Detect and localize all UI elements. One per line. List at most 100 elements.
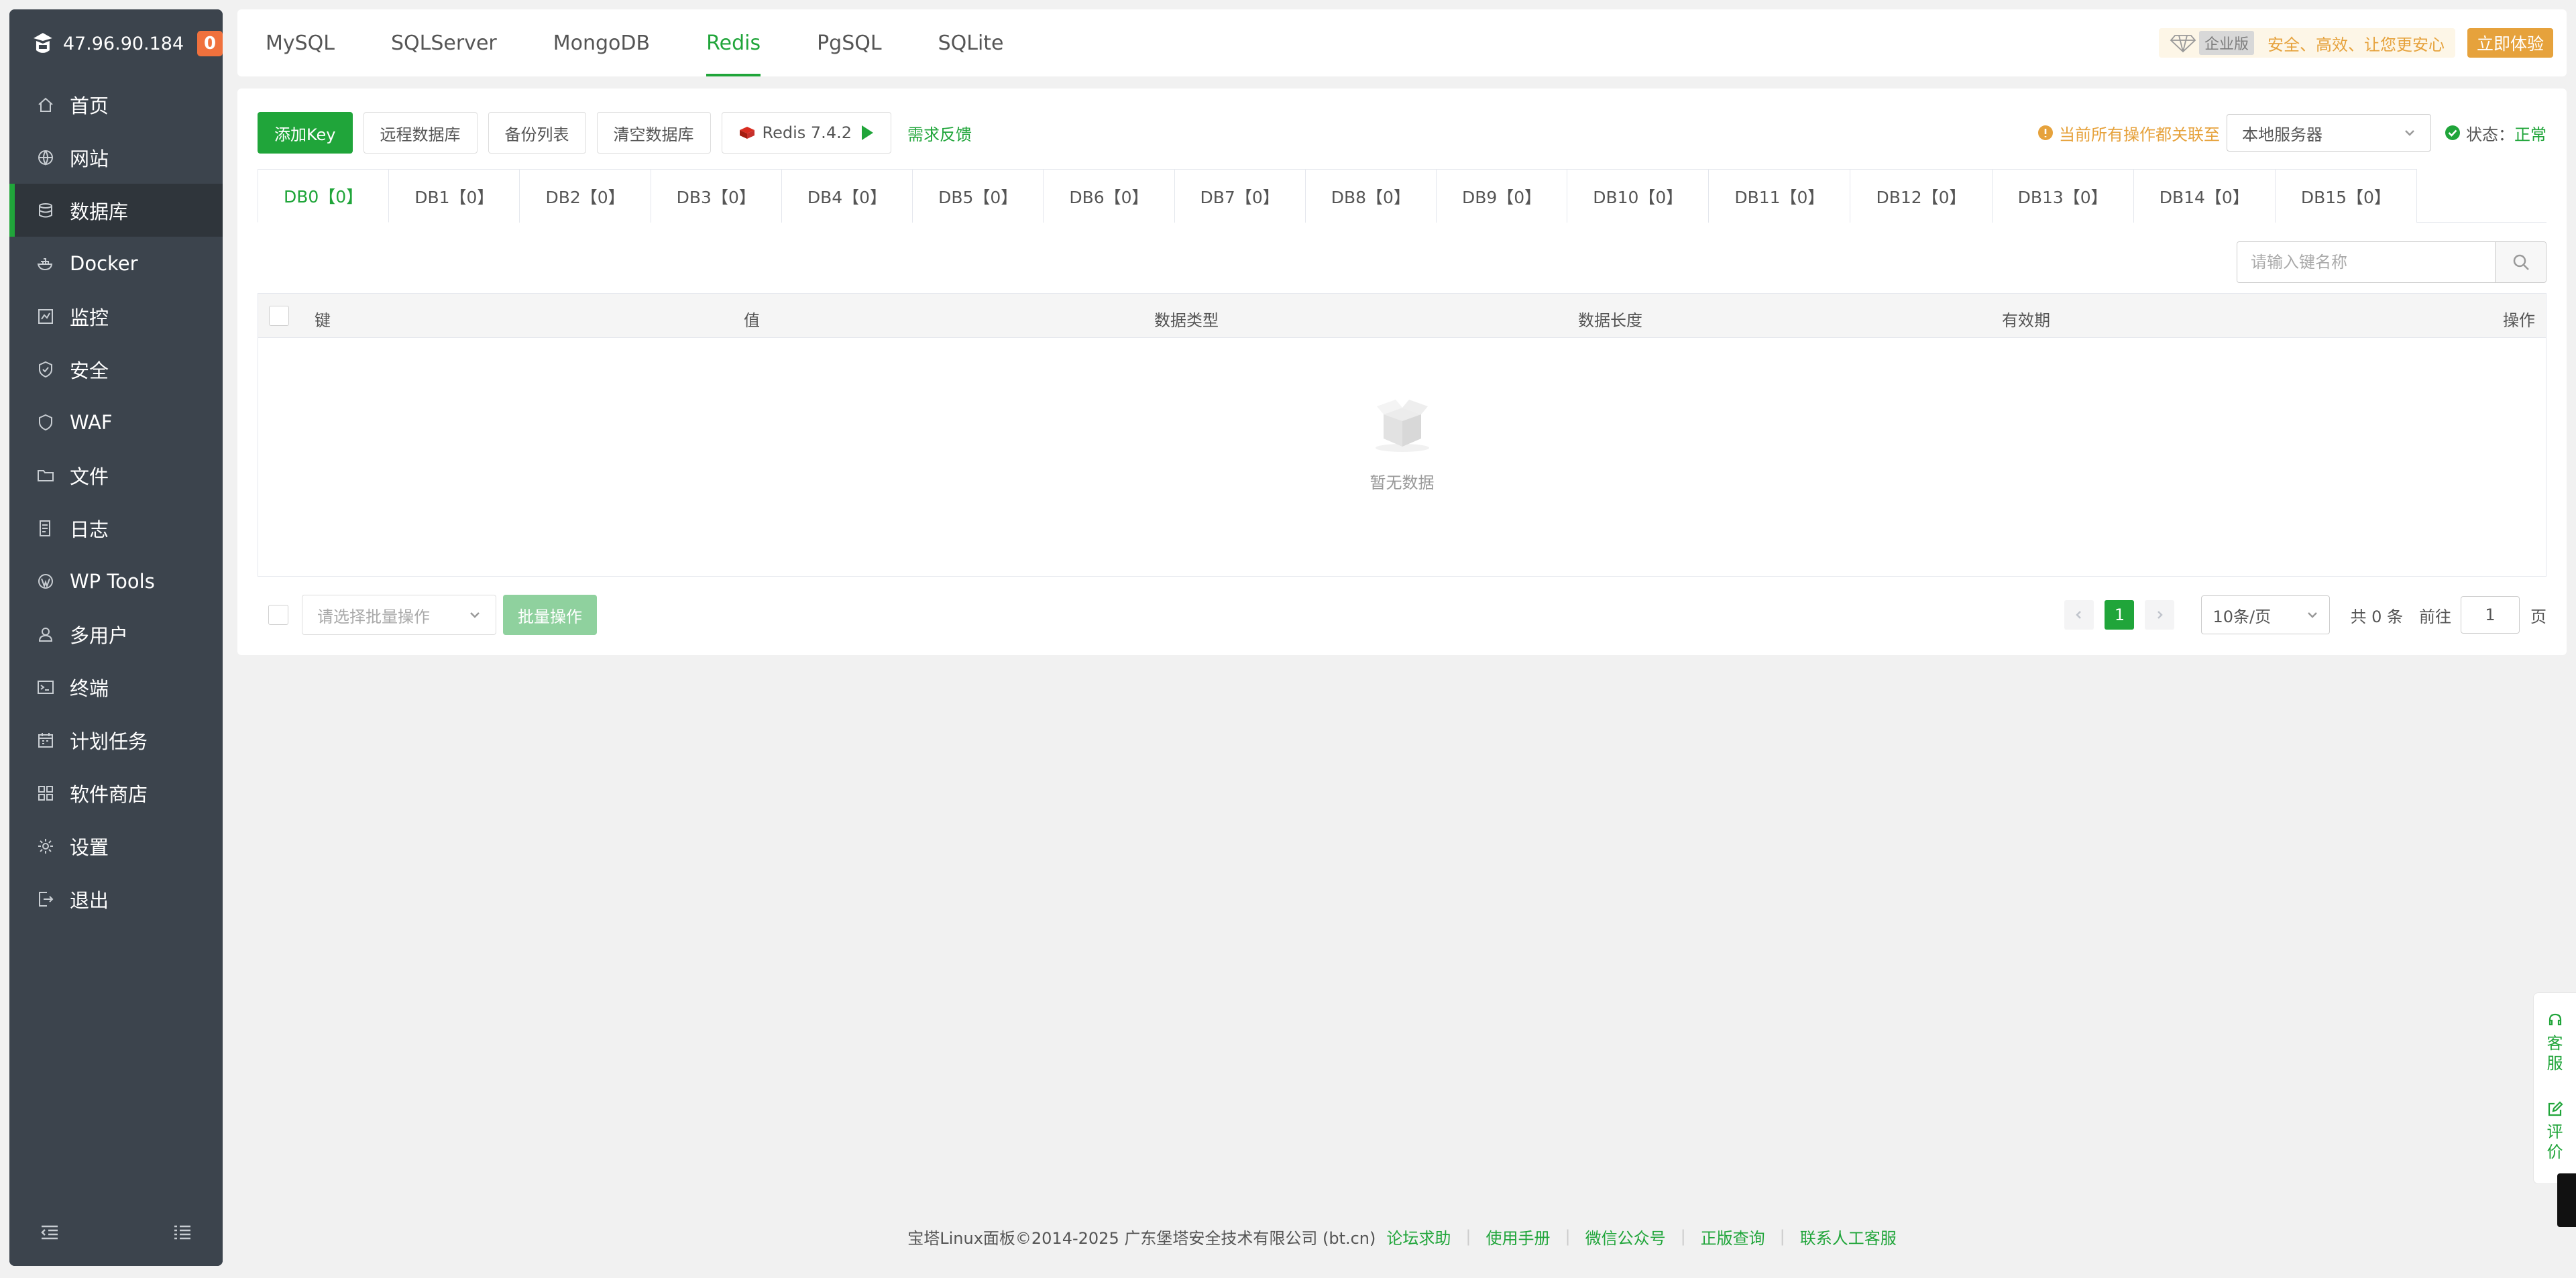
log-icon bbox=[36, 519, 55, 538]
keys-table: 键 值 数据类型 数据长度 有效期 操作 暂无数据 bbox=[258, 293, 2546, 577]
next-page-button[interactable] bbox=[2145, 600, 2175, 630]
redis-version-label: Redis 7.4.2 bbox=[762, 123, 852, 142]
server-select[interactable]: 本地服务器 bbox=[2227, 114, 2431, 152]
logout-icon bbox=[36, 890, 55, 909]
try-now-button[interactable]: 立即体验 bbox=[2467, 28, 2553, 58]
status-value: 正常 bbox=[2514, 125, 2546, 144]
batch-operation-select[interactable]: 请选择批量操作 bbox=[302, 595, 496, 635]
tab-db11[interactable]: DB11【0】 bbox=[1709, 169, 1851, 223]
sidebar-item-files[interactable]: 文件 bbox=[9, 449, 223, 502]
sidebar-item-website[interactable]: 网站 bbox=[9, 131, 223, 184]
tab-db2[interactable]: DB2【0】 bbox=[520, 169, 651, 223]
tab-db9[interactable]: DB9【0】 bbox=[1436, 169, 1568, 223]
backup-list-button[interactable]: 备份列表 bbox=[488, 112, 586, 154]
toolbar: 添加Key 远程数据库 备份列表 清空数据库 Redis 7.4.2 需求反馈 … bbox=[258, 112, 2546, 154]
page-size-select[interactable]: 10条/页 bbox=[2201, 595, 2331, 634]
select-all-checkbox[interactable] bbox=[269, 306, 289, 326]
notification-badge[interactable]: 0 bbox=[197, 31, 223, 56]
tab-db1[interactable]: DB1【0】 bbox=[389, 169, 520, 223]
table-footer: 请选择批量操作 批量操作 1 10条/页 共 0 条 前往 1 页 bbox=[258, 594, 2546, 636]
server-status: 状态： 正常 bbox=[2445, 121, 2546, 145]
goto-page-input[interactable]: 1 bbox=[2461, 596, 2520, 634]
tab-db15[interactable]: DB15【0】 bbox=[2275, 169, 2417, 223]
tab-redis[interactable]: Redis bbox=[678, 9, 789, 76]
customer-service-button[interactable]: 客 服 bbox=[2546, 1012, 2564, 1073]
key-search bbox=[2237, 241, 2546, 283]
table-header: 键 值 数据类型 数据长度 有效期 操作 bbox=[258, 294, 2546, 338]
sidebar-item-multi-user[interactable]: 多用户 bbox=[9, 607, 223, 660]
menu-list-icon[interactable] bbox=[172, 1222, 193, 1243]
tab-db5[interactable]: DB5【0】 bbox=[913, 169, 1044, 223]
sidebar-item-logs[interactable]: 日志 bbox=[9, 502, 223, 555]
sidebar-item-database[interactable]: 数据库 bbox=[9, 184, 223, 237]
batch-operation-button[interactable]: 批量操作 bbox=[503, 595, 597, 635]
database-type-tabs: MySQL SQLServer MongoDB Redis PgSQL SQLi… bbox=[237, 9, 2567, 76]
promo-banner[interactable]: 企业版 安全、高效、让您更安心 bbox=[2158, 28, 2455, 58]
footer-link-support[interactable]: 联系人工客服 bbox=[1800, 1225, 1897, 1248]
tab-sqlite[interactable]: SQLite bbox=[910, 9, 1032, 76]
enterprise-promo: 企业版 安全、高效、让您更安心 立即体验 bbox=[2158, 28, 2553, 58]
sidebar-item-monitor[interactable]: 监控 bbox=[9, 290, 223, 343]
select-all-bottom-checkbox[interactable] bbox=[268, 605, 288, 625]
collapse-sidebar-icon[interactable] bbox=[39, 1222, 60, 1243]
tab-db13[interactable]: DB13【0】 bbox=[1992, 169, 2134, 223]
feedback-link[interactable]: 需求反馈 bbox=[907, 121, 972, 145]
tab-db4[interactable]: DB4【0】 bbox=[781, 169, 913, 223]
chevron-right-icon bbox=[2158, 611, 2164, 619]
footer-link-forum[interactable]: 论坛求助 bbox=[1386, 1225, 1451, 1248]
page-number[interactable]: 1 bbox=[2105, 600, 2135, 630]
status-label: 状态： bbox=[2466, 125, 2514, 144]
tab-db14[interactable]: DB14【0】 bbox=[2133, 169, 2276, 223]
apps-icon bbox=[36, 784, 55, 803]
tab-mongodb[interactable]: MongoDB bbox=[525, 9, 678, 76]
tab-db7[interactable]: DB7【0】 bbox=[1174, 169, 1306, 223]
sidebar-item-wp-tools[interactable]: WP Tools bbox=[9, 555, 223, 607]
operation-notice: 当前所有操作都关联至 bbox=[2059, 125, 2220, 144]
redis-version-button[interactable]: Redis 7.4.2 bbox=[721, 112, 891, 154]
search-button[interactable] bbox=[2495, 242, 2546, 282]
sidebar-menu: 首页 网站 数据库 Docker 监控 安全 WAF 文件 日志 WP Tool… bbox=[9, 78, 223, 925]
tab-pgsql[interactable]: PgSQL bbox=[789, 9, 910, 76]
play-icon bbox=[861, 125, 873, 140]
tab-db6[interactable]: DB6【0】 bbox=[1044, 169, 1175, 223]
globe-icon bbox=[36, 148, 55, 167]
sidebar-item-label: 安全 bbox=[70, 359, 109, 382]
sidebar-item-docker[interactable]: Docker bbox=[9, 237, 223, 290]
tab-mysql[interactable]: MySQL bbox=[237, 9, 363, 76]
sidebar-item-label: 多用户 bbox=[70, 624, 129, 647]
clear-database-button[interactable]: 清空数据库 bbox=[596, 112, 711, 154]
footer-separator: | bbox=[1680, 1227, 1686, 1246]
sidebar-item-label: 日志 bbox=[70, 518, 109, 541]
footer-link-manual[interactable]: 使用手册 bbox=[1486, 1225, 1550, 1248]
tab-db10[interactable]: DB10【0】 bbox=[1567, 169, 1710, 223]
sidebar-item-cron[interactable]: 计划任务 bbox=[9, 713, 223, 766]
search-input[interactable] bbox=[2237, 242, 2495, 282]
tab-db0[interactable]: DB0【0】 bbox=[258, 169, 390, 223]
server-select-value: 本地服务器 bbox=[2242, 125, 2322, 144]
tab-db12[interactable]: DB12【0】 bbox=[1850, 169, 1993, 223]
sidebar-item-terminal[interactable]: 终端 bbox=[9, 660, 223, 713]
sidebar-item-app-store[interactable]: 软件商店 bbox=[9, 766, 223, 819]
tab-sqlserver[interactable]: SQLServer bbox=[363, 9, 525, 76]
tab-db3[interactable]: DB3【0】 bbox=[651, 169, 782, 223]
side-dark-tab[interactable] bbox=[2557, 1173, 2576, 1227]
sidebar-item-label: 设置 bbox=[70, 835, 109, 859]
server-ip[interactable]: 47.96.90.184 bbox=[63, 34, 184, 54]
sidebar-item-waf[interactable]: WAF bbox=[9, 396, 223, 449]
sidebar-item-settings[interactable]: 设置 bbox=[9, 819, 223, 872]
sidebar-item-label: WP Tools bbox=[70, 569, 155, 593]
prev-page-button[interactable] bbox=[2064, 600, 2094, 630]
tab-db8[interactable]: DB8【0】 bbox=[1305, 169, 1437, 223]
sidebar-item-home[interactable]: 首页 bbox=[9, 78, 223, 131]
sidebar-item-logout[interactable]: 退出 bbox=[9, 872, 223, 925]
footer-link-genuine-check[interactable]: 正版查询 bbox=[1701, 1225, 1765, 1248]
gear-icon bbox=[36, 837, 55, 856]
footer-link-wechat[interactable]: 微信公众号 bbox=[1585, 1225, 1666, 1248]
batch-select-placeholder: 请选择批量操作 bbox=[317, 607, 430, 626]
add-key-button[interactable]: 添加Key bbox=[258, 112, 353, 154]
shield-icon bbox=[36, 360, 55, 379]
remote-database-button[interactable]: 远程数据库 bbox=[363, 112, 478, 154]
review-button[interactable]: 评 价 bbox=[2546, 1100, 2564, 1162]
sidebar-item-security[interactable]: 安全 bbox=[9, 343, 223, 396]
sidebar-item-label: WAF bbox=[70, 410, 113, 434]
